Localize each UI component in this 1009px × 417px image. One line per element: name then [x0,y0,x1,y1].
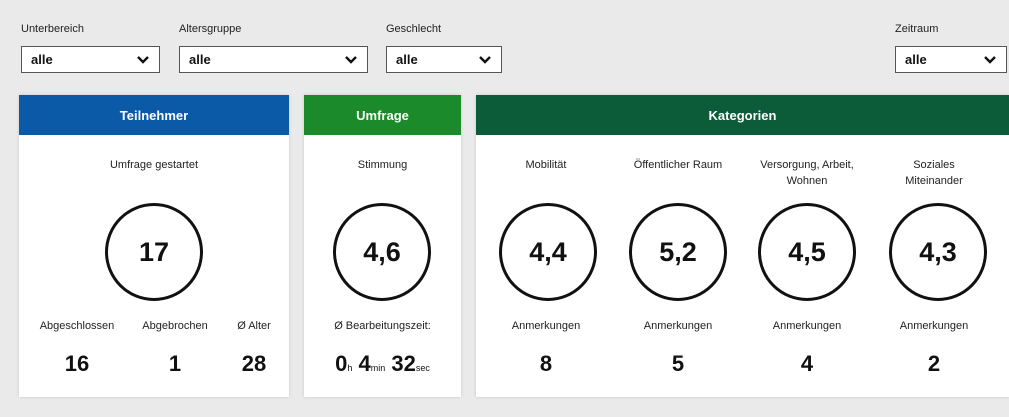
bearbeitungszeit-value: 0h 4min 32sec [304,351,461,377]
altersgruppe-select[interactable]: alle [179,46,368,73]
chevron-down-icon [479,55,491,64]
anmerkungen-label: Anmerkungen [772,320,842,332]
anmerkungen-value: 5 [671,351,685,376]
anmerkungen-value: 2 [927,351,941,376]
anmerkungen-value: 8 [539,351,553,376]
hours-unit: h [347,363,353,373]
kategorie-circle: 5,2 [629,203,727,301]
kategorie-name: Versorgung, Arbeit, Wohnen [760,159,854,187]
kategorien-header: Kategorien [476,95,1009,135]
minutes-unit: min [370,363,386,373]
select-value: alle [189,52,211,67]
zeitraum-select[interactable]: alle [895,46,1007,73]
unterbereich-select[interactable]: alle [21,46,160,73]
select-value: alle [31,52,53,67]
umfrage-card: Umfrage Stimmung 4,6 Ø Bearbeitungszeit:… [304,95,461,397]
chevron-down-icon [345,55,357,64]
kategorie-circle: 4,4 [499,203,597,301]
filter-unterbereich: Unterbereich alle [21,20,160,73]
umfrage-subtitle: Stimmung [357,159,408,171]
stimmung-circle: 4,6 [333,203,431,301]
kategorie-name: Soziales Miteinander [905,159,963,187]
filter-zeitraum: Zeitraum alle [895,20,1007,73]
select-value: alle [905,52,927,67]
teilnehmer-total-circle: 17 [105,203,203,301]
select-value: alle [396,52,418,67]
kategorie-name: Öffentlicher Raum [633,159,723,171]
seconds-unit: sec [415,363,430,373]
abgeschlossen-label: Abgeschlossen [39,320,115,332]
alter-value: 28 [241,351,267,376]
filter-label: Zeitraum [895,23,939,35]
seconds-value: 32 [391,351,416,376]
kategorie-name: Mobilität [525,159,567,171]
abgeschlossen-value: 16 [64,351,90,376]
filter-geschlecht: Geschlecht alle [386,20,502,73]
geschlecht-select[interactable]: alle [386,46,502,73]
abgebrochen-value: 1 [168,351,182,376]
alter-label: Ø Alter [237,320,271,332]
teilnehmer-card: Teilnehmer Umfrage gestartet 17 Abgeschl… [19,95,289,397]
anmerkungen-label: Anmerkungen [643,320,713,332]
minutes-value: 4 [358,351,371,376]
anmerkungen-label: Anmerkungen [511,320,581,332]
anmerkungen-value: 4 [800,351,814,376]
filter-label: Altersgruppe [179,23,242,35]
kategorie-circle: 4,3 [889,203,987,301]
filter-label: Geschlecht [386,23,442,35]
hours-value: 0 [335,351,348,376]
abgebrochen-label: Abgebrochen [142,320,208,332]
umfrage-header: Umfrage [304,95,461,135]
chevron-down-icon [984,55,996,64]
bearbeitungszeit-label: Ø Bearbeitungszeit: [334,320,431,332]
anmerkungen-label: Anmerkungen [899,320,969,332]
teilnehmer-subtitle: Umfrage gestartet [109,159,199,171]
chevron-down-icon [137,55,149,64]
kategorien-card: Kategorien Mobilität 4,4 Anmerkungen 8 Ö… [476,95,1009,397]
kategorie-circle: 4,5 [758,203,856,301]
filter-label: Unterbereich [21,23,84,35]
filter-altersgruppe: Altersgruppe alle [179,20,368,73]
teilnehmer-header: Teilnehmer [19,95,289,135]
